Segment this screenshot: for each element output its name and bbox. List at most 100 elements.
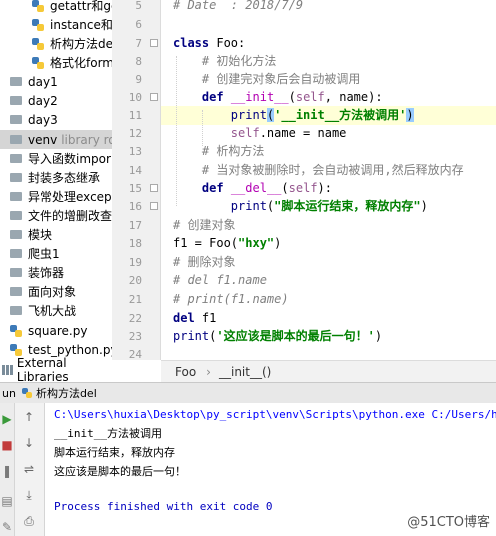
tree-item-label: 面向对象 (28, 285, 77, 299)
external-libraries-item[interactable]: External Libraries (0, 356, 112, 384)
tree-item-label: 文件的增删改查 (28, 209, 112, 223)
line-number: 13 (128, 145, 142, 158)
line-number: 22 (128, 312, 142, 325)
console-command-line: C:\Users\huxia\Desktop\py_script\venv\Sc… (54, 408, 496, 421)
line-number: 20 (128, 274, 142, 287)
tree-item-label: instance和i (50, 18, 112, 32)
tree-item-label: square.py (28, 323, 88, 338)
line-number: 15 (128, 182, 142, 195)
tree-item-venv[interactable]: venv library ro (10, 130, 112, 149)
tree-item-label: getattr和ge (50, 0, 112, 13)
tree-item-folder[interactable]: 异常处理excep (10, 187, 112, 206)
tree-item-label: 格式化form (50, 56, 112, 70)
tree-item-label: 异常处理excep (28, 190, 112, 204)
run-console[interactable]: C:\Users\huxia\Desktop\py_script\venv\Sc… (45, 403, 496, 536)
tree-item-label: 导入函数impor (28, 152, 111, 166)
pause-icon[interactable]: ❚ (0, 463, 15, 479)
code-line: print('这应该是脚本的最后一句！') (173, 329, 383, 343)
line-number: 9 (135, 73, 142, 86)
project-tree: getattr和ge instance和i 析构方法de 格式化form day… (0, 0, 112, 378)
tree-item-label: test_python.py (28, 342, 112, 357)
folder-icon (10, 192, 22, 201)
tree-item-folder[interactable]: day1 (10, 72, 58, 91)
python-file-icon (10, 324, 22, 337)
code-line: print('__init__方法被调用') (230, 108, 414, 122)
line-number: 5 (135, 0, 142, 12)
fold-marker-icon[interactable] (150, 202, 158, 210)
tree-item-folder[interactable]: day2 (10, 91, 58, 110)
editor-gutter: 5 6 7 8 9 10 11 12 13 14 15 16 17 18 19 … (112, 0, 161, 361)
line-number: 23 (128, 330, 142, 343)
code-line: # del f1.name (173, 273, 267, 287)
line-number: 21 (128, 293, 142, 306)
line-number: 12 (128, 127, 142, 140)
ide-window: getattr和ge instance和i 析构方法de 格式化form day… (0, 0, 496, 536)
tree-item-folder[interactable]: 模块 (10, 225, 52, 244)
python-run-config-icon (21, 388, 32, 398)
run-label[interactable]: un (2, 387, 16, 400)
folder-icon (10, 77, 22, 86)
console-output-line: 这应该是脚本的最后一句！ (54, 465, 186, 478)
arrow-down-icon[interactable]: ↓ (21, 435, 37, 451)
code-line: # print(f1.name) (173, 292, 289, 306)
code-editor[interactable]: # Date : 2018/7/9 class Foo: # 初始化方法 # 创… (161, 0, 496, 360)
scroll-to-end-icon[interactable]: ⤓ (21, 487, 37, 503)
tree-item-folder[interactable]: 装饰器 (10, 263, 64, 282)
breadcrumb-separator: › (206, 365, 211, 379)
tree-item-folder[interactable]: 飞机大战 (10, 301, 76, 320)
breadcrumb-method[interactable]: __init__() (219, 365, 271, 379)
tree-item-label: day2 (28, 93, 58, 108)
line-number: 14 (128, 164, 142, 177)
tree-item-file[interactable]: square.py (10, 321, 87, 340)
library-icon (2, 365, 13, 375)
fold-marker-icon[interactable] (150, 39, 158, 47)
console-output-line: __init__方法被调用 (54, 427, 162, 440)
python-file-icon (32, 56, 44, 69)
tree-item-folder[interactable]: 导入函数impor (10, 149, 111, 168)
tree-item-folder[interactable]: 封装多态继承 (10, 168, 100, 187)
external-libraries-label: External Libraries (16, 356, 69, 384)
code-line: # 初始化方法 (201, 54, 277, 68)
code-line: # Date : 2018/7/9 (173, 0, 304, 12)
tree-item-label: 爬虫1 (28, 247, 60, 261)
tree-item-label: 装饰器 (28, 266, 65, 280)
arrow-up-icon[interactable]: ↑ (21, 409, 37, 425)
line-number: 7 (135, 37, 142, 50)
folder-icon (10, 306, 22, 315)
tree-item-folder[interactable]: day3 (10, 110, 58, 129)
line-number: 19 (128, 256, 142, 269)
tree-item-file[interactable]: getattr和ge (32, 0, 112, 15)
tree-item-file[interactable]: instance和i (32, 15, 112, 34)
print-icon[interactable]: ⎙ (21, 513, 37, 529)
tree-item-label: day1 (28, 74, 58, 89)
code-line: # 创建对象 (173, 218, 236, 232)
line-number: 18 (128, 237, 142, 250)
console-output-line: 脚本运行结束，释放内存 (54, 446, 175, 459)
code-line: # 析构方法 (201, 144, 265, 158)
tree-item-folder[interactable]: 爬虫1 (10, 244, 60, 263)
soft-wrap-icon[interactable]: ⇌ (21, 461, 37, 477)
breadcrumb-class[interactable]: Foo (175, 365, 196, 379)
python-file-icon (32, 37, 44, 50)
code-line: def __init__(self, name): (201, 90, 383, 104)
python-file-icon (32, 18, 44, 31)
line-number: 17 (128, 219, 142, 232)
tree-item-label: 飞机大战 (28, 304, 77, 318)
run-config-name[interactable]: 析构方法del (36, 385, 97, 401)
folder-icon (10, 173, 22, 182)
line-number: 10 (128, 91, 142, 104)
fold-marker-icon[interactable] (150, 184, 158, 192)
tree-item-file[interactable]: 格式化form (32, 53, 112, 72)
fold-marker-icon[interactable] (150, 93, 158, 101)
tree-item-folder[interactable]: 文件的增删改查 (10, 206, 112, 225)
rerun-icon[interactable]: ▶ (0, 411, 15, 427)
stop-icon[interactable]: ■ (0, 437, 15, 453)
tree-item-label: day3 (28, 112, 58, 127)
run-tab-bar: un 析构方法del (0, 382, 496, 404)
tree-item-file[interactable]: 析构方法de (32, 34, 112, 53)
dump-icon[interactable]: ✎ (0, 519, 15, 535)
layout-icon[interactable]: ▤ (0, 493, 15, 509)
code-line: self.name = name (230, 126, 347, 140)
folder-icon (10, 268, 22, 277)
tree-item-folder[interactable]: 面向对象 (10, 282, 76, 301)
